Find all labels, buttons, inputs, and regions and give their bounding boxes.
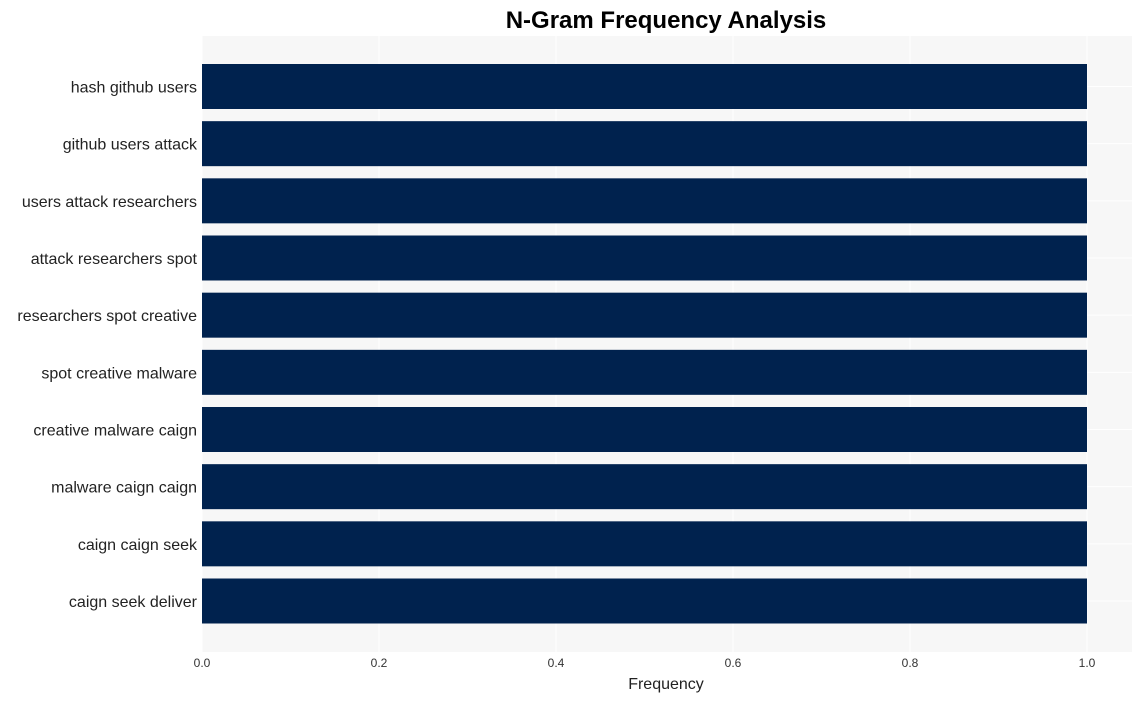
bar (202, 578, 1087, 624)
y-tick-label: spot creative malware (41, 365, 197, 382)
y-tick-label: hash github users (71, 80, 197, 97)
bar (202, 349, 1087, 395)
y-tick-label: users attack researchers (22, 194, 197, 211)
y-tick-label: malware caign caign (51, 480, 197, 497)
x-tick-label: 1.0 (1079, 656, 1096, 670)
x-tick-label: 0.0 (194, 656, 211, 670)
bar (202, 235, 1087, 281)
y-tick-label: researchers spot creative (17, 308, 197, 325)
bar (202, 121, 1087, 167)
y-axis-labels: hash github users github users attack user… (17, 80, 198, 612)
x-axis-label: Frequency (628, 676, 704, 693)
x-tick-label: 0.6 (725, 656, 742, 670)
y-tick-label: caign caign seek (78, 537, 198, 554)
bar (202, 464, 1087, 510)
y-tick-label: github users attack (63, 137, 198, 154)
x-tick-label: 0.4 (548, 656, 565, 670)
bar (202, 292, 1087, 338)
bar (202, 178, 1087, 224)
chart-title: N-Gram Frequency Analysis (506, 7, 827, 34)
y-tick-label: caign seek deliver (69, 594, 198, 611)
bar (202, 521, 1087, 567)
y-tick-label: attack researchers spot (31, 251, 198, 268)
x-tick-label: 0.2 (371, 656, 388, 670)
x-axis-ticks: 0.0 0.2 0.4 0.6 0.8 1.0 (194, 656, 1096, 670)
x-tick-label: 0.8 (902, 656, 919, 670)
bar (202, 64, 1087, 109)
chart: N-Gram Frequency Analysis hash github us… (17, 7, 1132, 693)
y-tick-label: creative malware caign (33, 423, 197, 440)
bar (202, 407, 1087, 452)
